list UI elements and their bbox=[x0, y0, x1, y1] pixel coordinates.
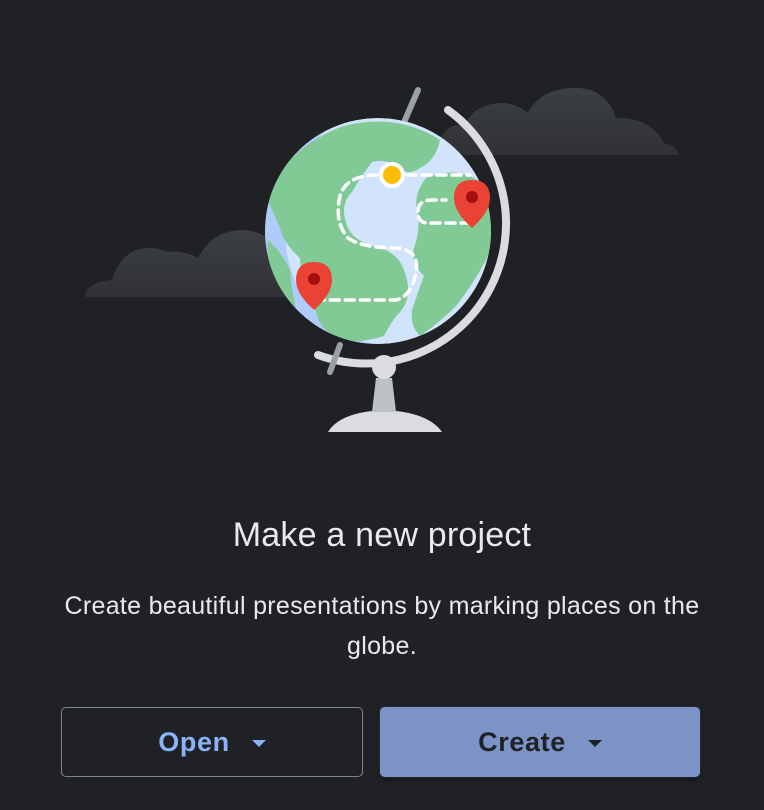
caret-down-icon bbox=[587, 739, 602, 747]
globe-illustration bbox=[85, 87, 678, 432]
empty-state-title: Make a new project bbox=[232, 516, 532, 554]
create-button-label: Create bbox=[478, 726, 566, 757]
caret-down-icon bbox=[251, 739, 266, 747]
open-button[interactable]: Open bbox=[61, 707, 363, 777]
start-location-icon bbox=[379, 162, 405, 188]
cloud-icon bbox=[440, 88, 678, 155]
create-button[interactable]: Create bbox=[380, 707, 700, 777]
open-button-label: Open bbox=[158, 726, 230, 757]
empty-state-description: Create beautiful presentations by markin… bbox=[64, 592, 700, 660]
